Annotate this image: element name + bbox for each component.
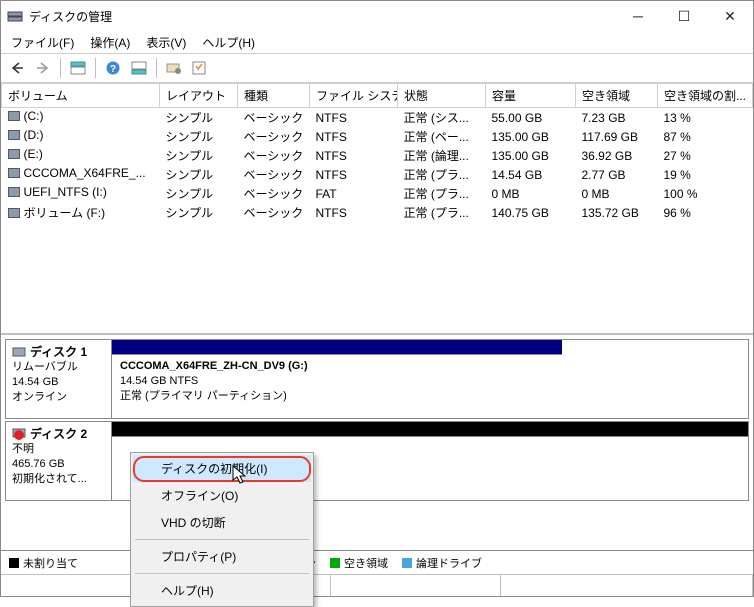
context-menu: ディスクの初期化(I) オフライン(O) VHD の切断 プロパティ(P) ヘル… (130, 452, 314, 607)
partition-header-primary (112, 340, 562, 354)
back-button[interactable] (5, 56, 29, 80)
ctx-separator (135, 573, 309, 574)
table-row[interactable]: (D:)シンプルベーシックNTFS正常 (ペー...135.00 GB117.6… (2, 127, 753, 146)
menubar: ファイル(F) 操作(A) 表示(V) ヘルプ(H) (1, 31, 753, 53)
volume-icon (8, 187, 20, 197)
window-title: ディスクの管理 (29, 8, 615, 25)
volume-icon (8, 149, 20, 159)
toolbar: ? (1, 53, 753, 83)
ctx-initialize-disk[interactable]: ディスクの初期化(I) (133, 455, 311, 482)
action-list-icon[interactable] (188, 56, 212, 80)
partition-size: 14.54 GB NTFS (120, 374, 554, 389)
disk2-size: 465.76 GB (12, 457, 105, 472)
close-button[interactable]: ✕ (707, 1, 753, 31)
disk1-info: ディスク 1 リムーバブル 14.54 GB オンライン (6, 340, 112, 418)
table-header-row: ボリューム レイアウト 種類 ファイル システム 状態 容量 空き領域 空き領域… (2, 84, 753, 108)
table-row[interactable]: CCCOMA_X64FRE_...シンプルベーシックNTFS正常 (プラ...1… (2, 165, 753, 184)
ctx-help[interactable]: ヘルプ(H) (133, 577, 311, 604)
legend-unallocated: 未割り当て (9, 555, 78, 571)
menu-view[interactable]: 表示(V) (140, 32, 192, 53)
volume-icon (8, 130, 20, 140)
statusbar (1, 574, 753, 596)
legend-bar: 未割り当て ィション 空き領域 論理ドライブ (1, 550, 753, 574)
table-row[interactable]: ボリューム (F:)シンプルベーシックNTFS正常 (プラ...140.75 G… (2, 203, 753, 222)
col-free[interactable]: 空き領域 (576, 84, 658, 108)
disk2-kind: 不明 (12, 442, 105, 457)
disk1-state: オンライン (12, 390, 105, 405)
disk1-kind: リムーバブル (12, 360, 105, 375)
maximize-button[interactable]: ☐ (661, 1, 707, 31)
disk-management-window: ディスクの管理 ─ ☐ ✕ ファイル(F) 操作(A) 表示(V) ヘルプ(H)… (0, 0, 754, 597)
removable-disk-icon (12, 346, 26, 358)
disk-row-2[interactable]: ディスク 2 不明 465.76 GB 初期化されて... (5, 421, 749, 501)
menu-file[interactable]: ファイル(F) (5, 32, 80, 53)
volume-icon (8, 168, 20, 178)
volume-list-pane: ボリューム レイアウト 種類 ファイル システム 状態 容量 空き領域 空き領域… (1, 83, 753, 335)
minimize-button[interactable]: ─ (615, 1, 661, 31)
view-top-icon[interactable] (66, 56, 90, 80)
menu-help[interactable]: ヘルプ(H) (196, 32, 261, 53)
forward-button[interactable] (31, 56, 55, 80)
table-row[interactable]: (E:)シンプルベーシックNTFS正常 (論理...135.00 GB36.92… (2, 146, 753, 165)
disk1-partition[interactable]: CCCOMA_X64FRE_ZH-CN_DV9 (G:) 14.54 GB NT… (112, 340, 562, 418)
disk1-title: ディスク 1 (30, 344, 87, 360)
volume-table: ボリューム レイアウト 種類 ファイル システム 状態 容量 空き領域 空き領域… (1, 83, 753, 222)
app-icon (7, 8, 23, 24)
table-row[interactable]: UEFI_NTFS (I:)シンプルベーシックFAT正常 (プラ...0 MB0… (2, 184, 753, 203)
svg-text:?: ? (110, 64, 116, 75)
titlebar: ディスクの管理 ─ ☐ ✕ (1, 1, 753, 31)
disk-graphical-pane: ディスク 1 リムーバブル 14.54 GB オンライン CCCOMA_X64F… (1, 335, 753, 550)
view-bottom-icon[interactable] (127, 56, 151, 80)
disk-row-1[interactable]: ディスク 1 リムーバブル 14.54 GB オンライン CCCOMA_X64F… (5, 339, 749, 419)
volume-icon (8, 208, 20, 218)
partition-header-unallocated (112, 422, 748, 436)
partition-name: CCCOMA_X64FRE_ZH-CN_DV9 (G:) (120, 359, 554, 374)
ctx-detach-vhd[interactable]: VHD の切断 (133, 509, 311, 536)
disk2-info: ディスク 2 不明 465.76 GB 初期化されて... (6, 422, 112, 500)
unknown-disk-icon (12, 427, 26, 441)
col-freepct[interactable]: 空き領域の割... (658, 84, 753, 108)
col-type[interactable]: 種類 (238, 84, 310, 108)
partition-status: 正常 (プライマリ パーティション) (120, 389, 554, 404)
col-volume[interactable]: ボリューム (2, 84, 160, 108)
ctx-separator (135, 539, 309, 540)
ctx-properties[interactable]: プロパティ(P) (133, 543, 311, 570)
table-row[interactable]: (C:)シンプルベーシックNTFS正常 (シス...55.00 GB7.23 G… (2, 108, 753, 128)
help-icon[interactable]: ? (101, 56, 125, 80)
disk2-state: 初期化されて... (12, 472, 105, 487)
disk1-size: 14.54 GB (12, 375, 105, 390)
partition-body: CCCOMA_X64FRE_ZH-CN_DV9 (G:) 14.54 GB NT… (112, 354, 562, 418)
window-buttons: ─ ☐ ✕ (615, 1, 753, 31)
col-layout[interactable]: レイアウト (160, 84, 238, 108)
legend-free: 空き領域 (330, 555, 388, 571)
ctx-offline[interactable]: オフライン(O) (133, 482, 311, 509)
col-capacity[interactable]: 容量 (486, 84, 576, 108)
col-fs[interactable]: ファイル システム (310, 84, 398, 108)
disk2-title: ディスク 2 (30, 426, 87, 442)
settings-icon[interactable] (162, 56, 186, 80)
volume-icon (8, 111, 20, 121)
legend-logical: 論理ドライブ (402, 555, 482, 571)
menu-action[interactable]: 操作(A) (84, 32, 136, 53)
col-status[interactable]: 状態 (398, 84, 486, 108)
disk1-empty (562, 340, 748, 418)
